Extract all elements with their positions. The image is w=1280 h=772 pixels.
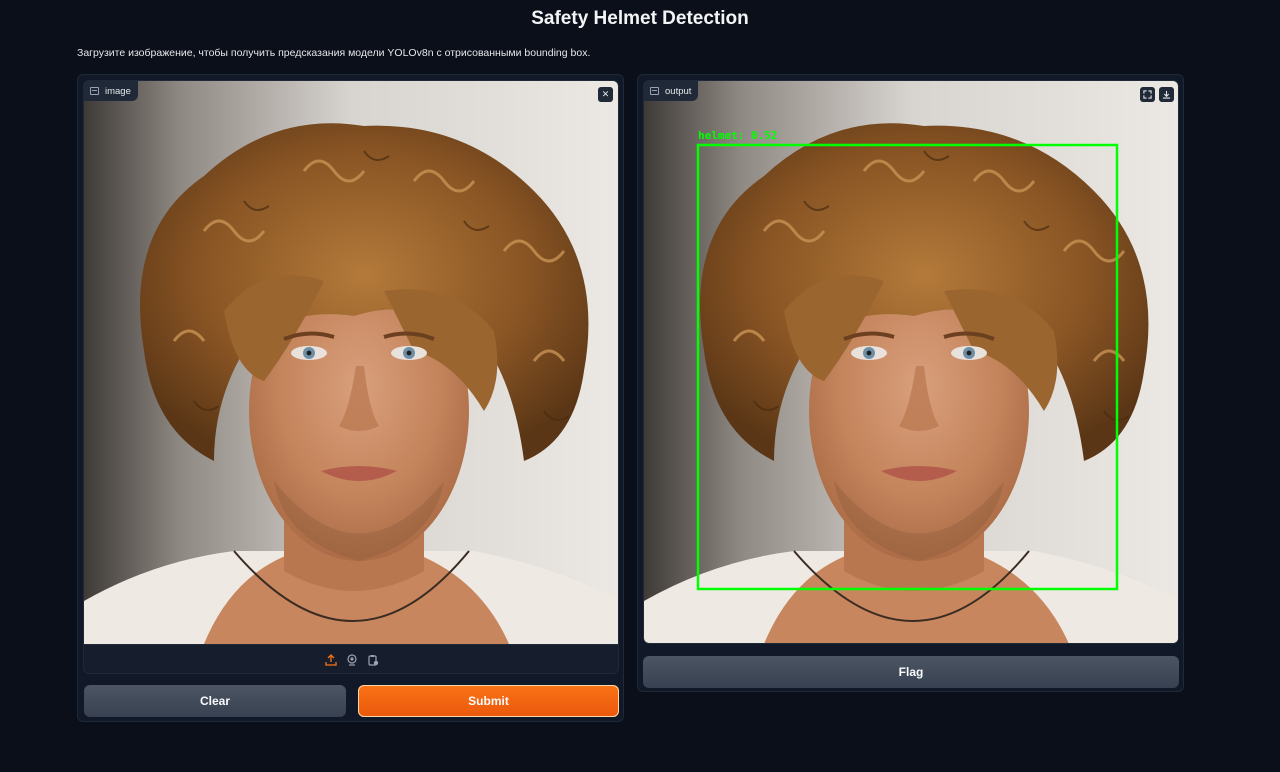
- download-icon: [1162, 90, 1171, 99]
- page-description: Загрузите изображение, чтобы получить пр…: [77, 47, 591, 59]
- input-image: [84, 81, 618, 644]
- webcam-icon[interactable]: [346, 654, 358, 666]
- image-source-toolbar: [84, 644, 618, 673]
- image-input-dropzone[interactable]: image ✕: [83, 80, 619, 674]
- output-label: output: [644, 81, 699, 101]
- input-panel: image ✕ Clear Submit: [77, 74, 624, 722]
- detection-label: helmet: 0.52: [698, 129, 777, 142]
- clear-image-button[interactable]: ✕: [598, 87, 613, 102]
- output-panel: output helmet: 0.52 Flag: [637, 74, 1184, 692]
- image-input-label: image: [84, 81, 138, 101]
- output-image: helmet: 0.52: [644, 81, 1178, 643]
- image-input-label-text: image: [105, 85, 131, 97]
- submit-button[interactable]: Submit: [358, 685, 619, 717]
- output-image-box: output helmet: 0.52: [643, 80, 1179, 644]
- image-icon: [90, 87, 99, 95]
- image-icon: [650, 87, 659, 95]
- page-title: Safety Helmet Detection: [531, 8, 749, 29]
- fullscreen-icon: [1143, 90, 1152, 99]
- fullscreen-button[interactable]: [1140, 87, 1155, 102]
- clear-button[interactable]: Clear: [84, 685, 346, 717]
- flag-button[interactable]: Flag: [643, 656, 1179, 688]
- upload-icon[interactable]: [325, 654, 337, 666]
- clipboard-icon[interactable]: [367, 654, 379, 666]
- download-button[interactable]: [1159, 87, 1174, 102]
- close-icon: ✕: [601, 89, 610, 99]
- output-label-text: output: [665, 85, 692, 97]
